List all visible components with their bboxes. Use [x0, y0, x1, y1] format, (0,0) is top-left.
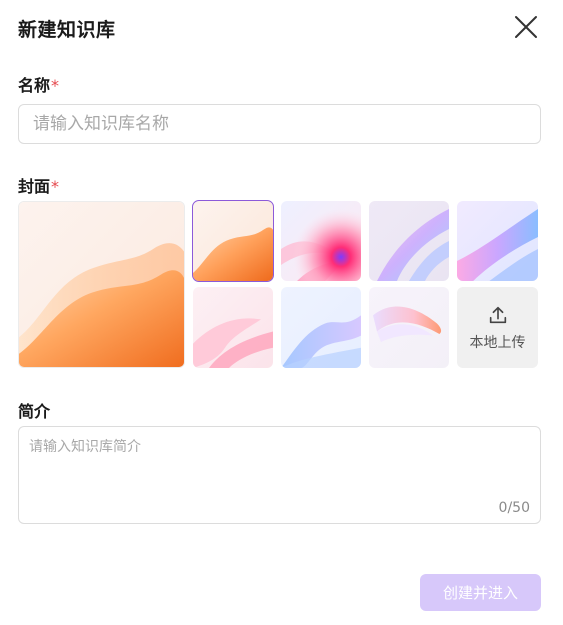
cover-option-iridescent-silk[interactable] [369, 201, 449, 281]
create-knowledge-base-dialog: 新建知识库 名称* 封面* [0, 0, 563, 625]
create-and-enter-button[interactable]: 创建并进入 [420, 574, 541, 611]
cover-option-orange-wave[interactable] [192, 200, 274, 282]
cover-option-pink-folds[interactable] [193, 287, 273, 368]
dialog-title: 新建知识库 [18, 19, 116, 41]
upload-label: 本地上传 [469, 334, 526, 351]
cover-option-blue-wave[interactable] [281, 287, 361, 368]
cover-preview [18, 201, 185, 368]
name-label-text: 名称 [18, 76, 51, 95]
intro-label: 简介 [18, 398, 50, 422]
intro-label-text: 简介 [18, 402, 51, 421]
required-mark: * [51, 76, 60, 95]
upload-cover-button[interactable]: 本地上传 [457, 287, 538, 368]
required-mark: * [51, 177, 60, 196]
cover-option-purple-ribbon[interactable] [457, 201, 538, 281]
cover-label-text: 封面 [18, 177, 51, 196]
cover-label: 封面* [18, 173, 59, 197]
cover-option-glass-ribbon[interactable] [369, 287, 449, 368]
cover-option-pink-flower[interactable] [281, 201, 361, 281]
intro-textarea[interactable] [19, 427, 540, 523]
close-icon [515, 16, 537, 38]
name-label: 名称* [18, 72, 59, 96]
char-counter: 0/50 [498, 500, 530, 516]
close-button[interactable] [512, 13, 540, 41]
name-input[interactable] [18, 104, 541, 144]
intro-field: 0/50 [18, 426, 541, 524]
upload-icon [489, 306, 506, 323]
